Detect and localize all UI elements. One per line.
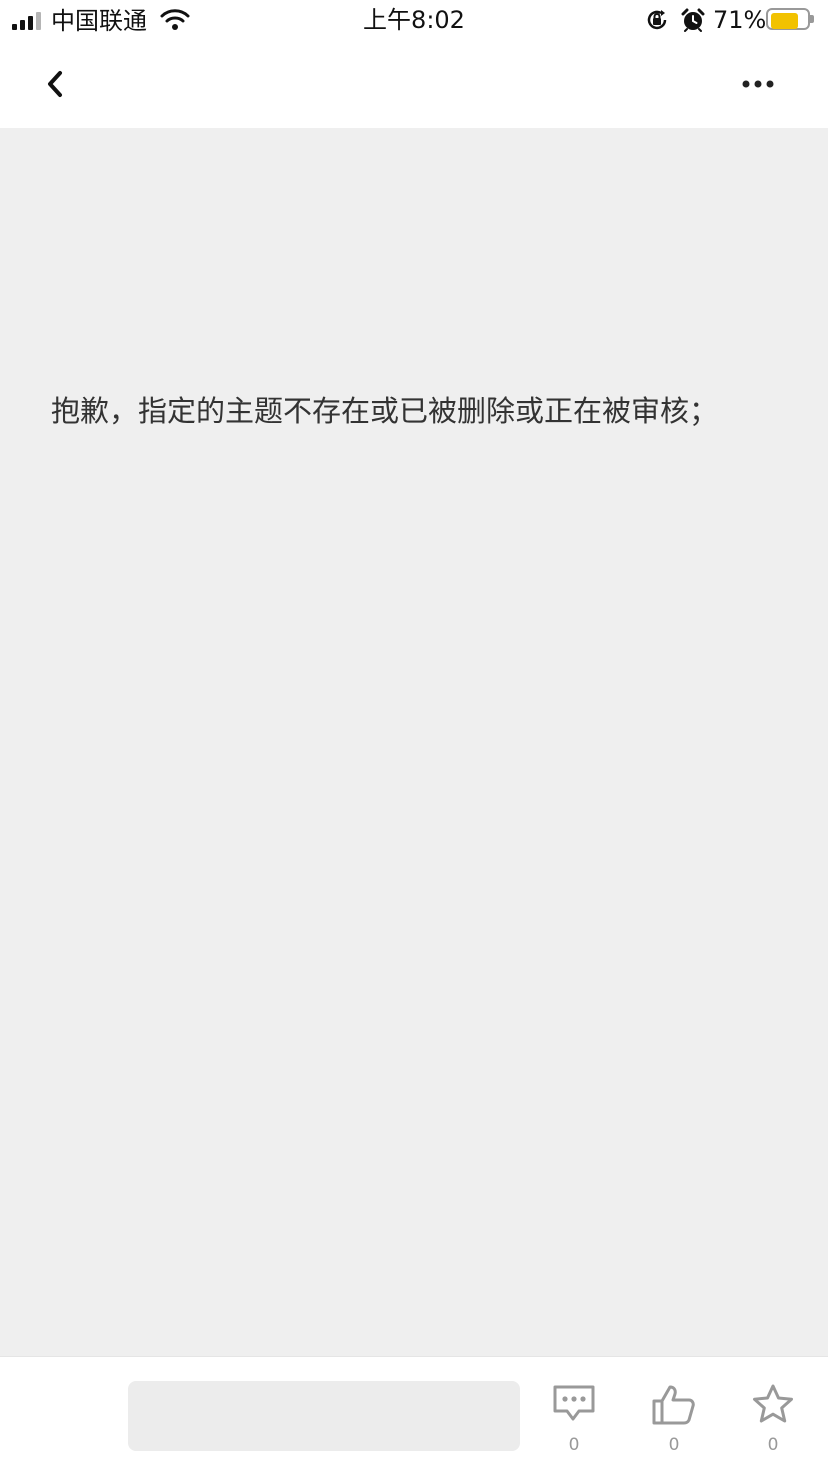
battery-cap: [810, 15, 814, 23]
like-icon[interactable]: [650, 1383, 696, 1425]
navigation-bar: [0, 42, 828, 128]
battery-percentage: 71%: [713, 6, 767, 34]
battery-fill: [771, 13, 798, 29]
more-options-button[interactable]: [736, 64, 784, 104]
comment-count: 0: [568, 1435, 580, 1455]
battery-body: [766, 8, 810, 30]
like-count: 0: [668, 1435, 680, 1455]
back-button[interactable]: [35, 60, 79, 110]
more-icon: [742, 80, 774, 88]
favorite-count: 0: [767, 1435, 779, 1455]
rotation-lock-icon: [647, 10, 667, 30]
comment-icon[interactable]: [551, 1383, 597, 1425]
battery-icon: [766, 8, 816, 32]
chevron-left-icon: [48, 71, 62, 97]
status-bar: 中国联通 上午8:02 71%: [0, 0, 828, 42]
bottom-action-bar: 0 0 0: [0, 1356, 828, 1472]
content-area: 抱歉，指定的主题不存在或已被删除或正在被审核；: [0, 128, 828, 1356]
star-icon[interactable]: [750, 1383, 796, 1425]
error-message: 抱歉，指定的主题不存在或已被删除或正在被审核；: [51, 394, 719, 428]
alarm-icon: [681, 8, 705, 32]
reply-input[interactable]: [128, 1381, 520, 1451]
